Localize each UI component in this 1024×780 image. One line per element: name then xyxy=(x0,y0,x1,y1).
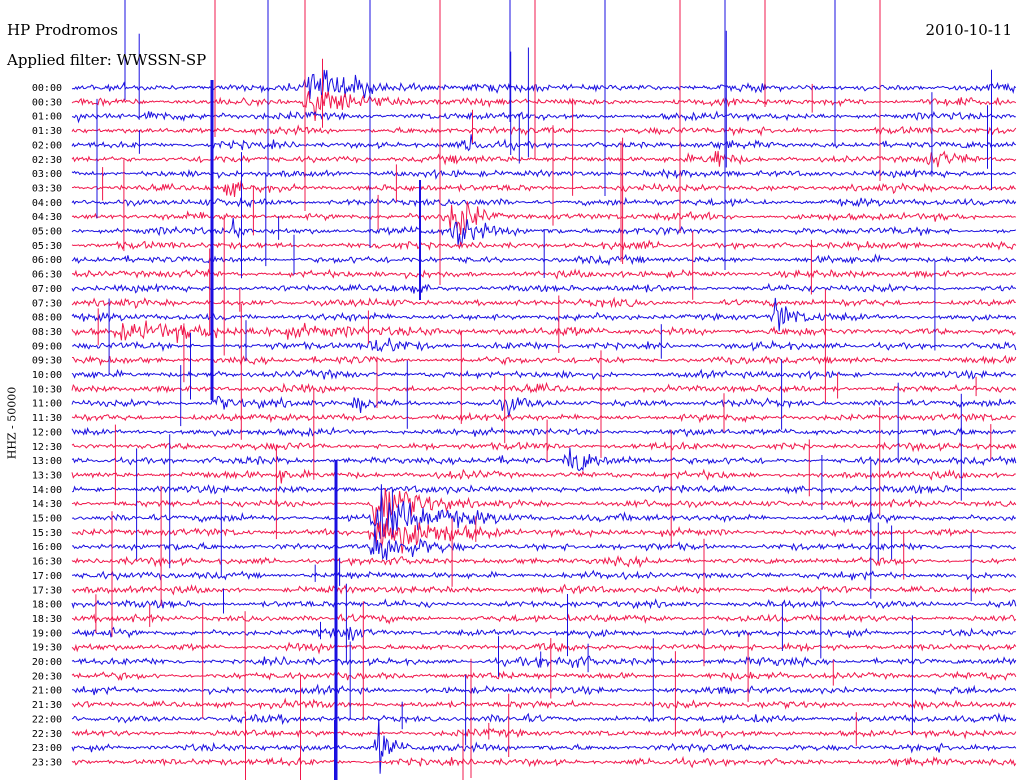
time-label: 06:30 xyxy=(32,270,62,281)
trace-row xyxy=(72,569,1017,581)
trace-row xyxy=(71,381,1017,394)
trace-row xyxy=(71,484,1016,496)
trace-row xyxy=(71,484,1017,539)
time-label: 05:30 xyxy=(32,241,62,252)
trace-row xyxy=(71,468,1016,484)
time-label: 16:00 xyxy=(32,542,62,553)
trace-row xyxy=(71,487,1017,526)
time-label: 17:00 xyxy=(32,571,62,582)
time-label: 00:00 xyxy=(32,83,62,94)
time-label: 03:30 xyxy=(32,183,62,194)
time-label: 09:30 xyxy=(32,356,62,367)
trace-row xyxy=(71,411,1016,424)
time-label: 07:30 xyxy=(32,298,62,309)
helicorder-plot: 00:00 00:30 01:00 01:30 02:00 02:30 03:00 03:30… xyxy=(32,0,1017,780)
time-label: 01:30 xyxy=(32,126,62,137)
time-label: 14:30 xyxy=(32,499,62,510)
time-label: 21:00 xyxy=(32,686,62,697)
time-label: 11:00 xyxy=(32,399,62,410)
event-burst xyxy=(419,180,421,300)
trace-row xyxy=(71,337,1017,353)
trace-row xyxy=(71,755,1017,769)
time-label: 20:00 xyxy=(32,657,62,668)
trace-row xyxy=(71,697,1017,711)
trace-row xyxy=(71,655,1017,668)
trace-layer xyxy=(71,69,1017,774)
trace-row xyxy=(71,282,1017,294)
trace-row xyxy=(71,727,1017,740)
time-label: 19:00 xyxy=(32,628,62,639)
trace-row xyxy=(71,196,1017,209)
trace-row xyxy=(71,134,1017,152)
date-label: 2010-10-11 xyxy=(925,21,1012,39)
time-label: 16:30 xyxy=(32,557,62,568)
time-label: 02:30 xyxy=(32,155,62,166)
trace-row xyxy=(71,320,1016,343)
time-label: 22:00 xyxy=(32,714,62,725)
time-label: 21:30 xyxy=(32,700,62,711)
trace-row xyxy=(71,168,1017,180)
filter-subtitle: Applied filter: WWSSN-SP xyxy=(7,51,207,69)
time-label: 18:00 xyxy=(32,600,62,611)
trace-row xyxy=(71,180,1017,197)
time-label: 10:00 xyxy=(32,370,62,381)
trace-row xyxy=(71,554,1017,569)
time-label: 09:00 xyxy=(32,341,62,352)
trace-row xyxy=(71,598,1017,610)
time-label: 17:30 xyxy=(32,585,62,596)
time-label: 23:00 xyxy=(32,743,62,754)
time-label: 08:00 xyxy=(32,313,62,324)
time-label: 12:00 xyxy=(32,427,62,438)
event-burst xyxy=(210,80,214,400)
trace-row xyxy=(71,150,1017,168)
trace-row xyxy=(71,296,1016,309)
time-label: 07:00 xyxy=(32,284,62,295)
trace-row xyxy=(71,69,1017,99)
time-label: 13:30 xyxy=(32,470,62,481)
time-label: 12:30 xyxy=(32,442,62,453)
time-label: 00:30 xyxy=(32,97,62,108)
time-label: 15:00 xyxy=(32,514,62,525)
trace-row xyxy=(71,718,1017,774)
trace-row xyxy=(71,124,1017,137)
time-label: 08:30 xyxy=(32,327,62,338)
station-title: HP Prodromos xyxy=(7,21,118,39)
trace-row xyxy=(71,426,1016,438)
time-label: 04:00 xyxy=(32,198,62,209)
time-label: 14:00 xyxy=(32,485,62,496)
time-label: 02:00 xyxy=(32,140,62,151)
trace-row xyxy=(71,110,1016,124)
trace-row xyxy=(72,683,1017,696)
trace-row xyxy=(71,441,1017,453)
trace-row xyxy=(71,712,1017,726)
time-label: 18:30 xyxy=(32,614,62,625)
time-label: 20:30 xyxy=(32,671,62,682)
time-label: 06:00 xyxy=(32,255,62,266)
time-label: 23:30 xyxy=(32,757,62,768)
time-label: 15:30 xyxy=(32,528,62,539)
trace-row xyxy=(71,395,1016,418)
time-label: 19:30 xyxy=(32,643,62,654)
trace-row xyxy=(71,447,1017,472)
time-label: 03:00 xyxy=(32,169,62,180)
channel-axis-label: HHZ - 50000 xyxy=(5,386,19,460)
event-burst xyxy=(334,720,336,780)
time-label: 11:30 xyxy=(32,413,62,424)
time-label: 10:30 xyxy=(32,384,62,395)
time-label: 04:30 xyxy=(32,212,62,223)
time-label-layer: 00:00 00:30 01:00 01:30 02:00 02:30 03:00 03:30… xyxy=(32,83,62,768)
trace-row xyxy=(71,368,1017,381)
trace-row xyxy=(71,641,1017,655)
time-label: 01:00 xyxy=(32,112,62,123)
trace-row xyxy=(72,354,1017,367)
trace-row xyxy=(71,626,1016,641)
trace-row xyxy=(71,613,1017,625)
time-label: 22:30 xyxy=(32,729,62,740)
time-label: 13:00 xyxy=(32,456,62,467)
time-label: 05:00 xyxy=(32,227,62,238)
trace-row xyxy=(71,583,1016,596)
trace-row xyxy=(71,670,1017,682)
